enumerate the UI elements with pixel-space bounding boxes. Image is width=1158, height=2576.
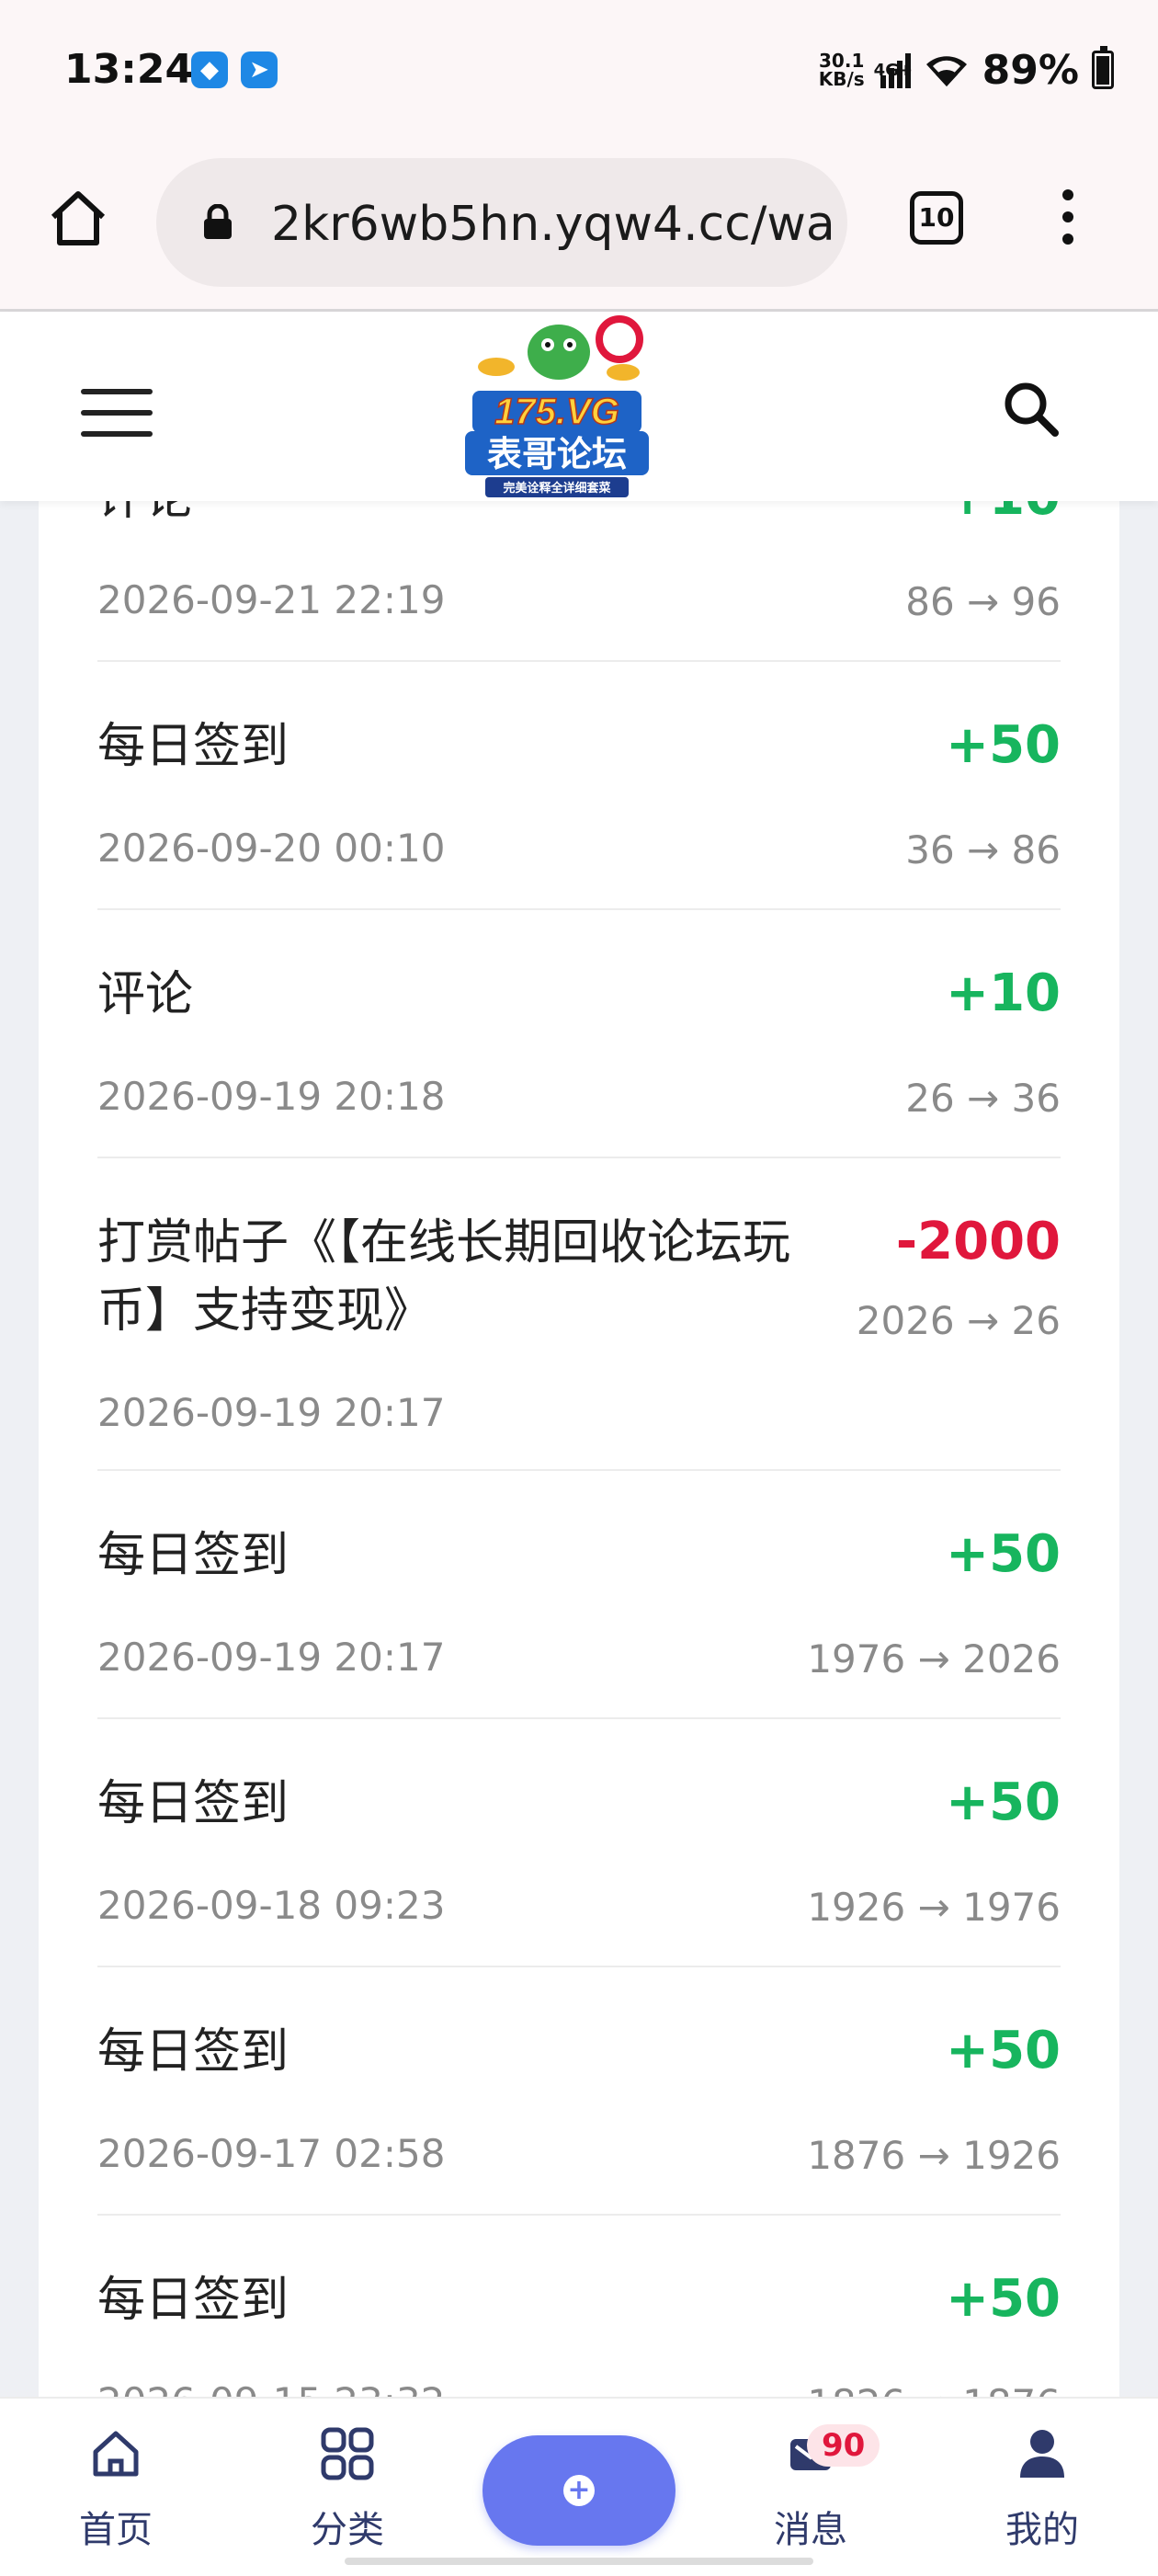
plus-icon: + — [563, 2475, 595, 2506]
list-item: 评论 2026-09-19 20:18 +10 26 → 36 — [97, 910, 1061, 1158]
url-bar[interactable]: 2kr6wb5hn.yqw4.cc/wa — [156, 158, 847, 287]
battery-level: 89% — [982, 46, 1079, 94]
record-balance: 36 → 86 — [905, 827, 1061, 872]
record-title: 每日签到 — [97, 2024, 290, 2080]
network-type: 4G+ — [873, 61, 914, 80]
lock-icon — [204, 204, 232, 239]
record-date: 2026-09-20 00:10 — [97, 826, 446, 871]
nav-messages[interactable]: 消息 — [728, 2399, 893, 2576]
logo-title: 175.VG — [494, 392, 619, 432]
record-title: 评论 — [97, 967, 194, 1022]
gesture-bar — [345, 2558, 813, 2565]
record-date: 2026-09-19 20:18 — [97, 1074, 446, 1119]
logo-tagline: 完美诠释全详细套菜 — [503, 481, 610, 496]
wifi-icon — [925, 56, 967, 86]
record-balance: 1826 → 1876 — [807, 2381, 1061, 2397]
tab-switcher-button[interactable]: 10 — [910, 191, 963, 245]
record-amount: +50 — [946, 1772, 1061, 1832]
record-amount: +50 — [946, 1524, 1061, 1584]
record-date: 2026-09-15 23:32 — [97, 2379, 445, 2397]
status-indicators: 30.1 KB/s 4G+ 89% — [819, 44, 1114, 96]
status-time: 13:24 — [64, 46, 194, 93]
nav-category-label: 分类 — [311, 2509, 384, 2551]
list-item: 每日签到 2026-09-18 09:23 +50 1926 → 1976 — [97, 1719, 1061, 1967]
message-count-badge: 90 — [807, 2424, 880, 2467]
record-balance: 2026 → 26 — [856, 1298, 1061, 1343]
nav-profile-label: 我的 — [1005, 2509, 1079, 2551]
nav-home-label: 首页 — [79, 2509, 153, 2551]
signal-icon: 4G+ — [874, 51, 913, 88]
record-amount: +10 — [946, 501, 1061, 527]
app-notification-icon: ◆ — [191, 51, 228, 88]
record-title: 每日签到 — [97, 1776, 290, 1831]
home-icon[interactable] — [46, 186, 110, 250]
browser-toolbar: 2kr6wb5hn.yqw4.cc/wa 10 — [0, 140, 1158, 312]
app-notification-icon: ➤ — [241, 51, 278, 88]
list-item: 每日签到 2026-09-19 20:17 +50 1976 → 2026 — [97, 1471, 1061, 1719]
points-record-list: 评论 2026-09-21 22:19 +10 86 → 96 每日签到 202… — [97, 501, 1061, 2397]
record-balance: 1876 → 1926 — [807, 2133, 1061, 2178]
record-title: 每日签到 — [97, 2273, 290, 2328]
new-post-button[interactable]: + — [482, 2435, 676, 2546]
status-bar: 13:24 ◆ ➤ 30.1 KB/s 4G+ 89% — [0, 0, 1158, 140]
record-date: 2026-09-19 20:17 — [97, 1635, 446, 1680]
nav-messages-label: 消息 — [774, 2509, 847, 2551]
record-balance: 86 → 96 — [905, 579, 1061, 624]
hamburger-menu-icon[interactable] — [81, 389, 153, 437]
record-amount: -2000 — [895, 1212, 1061, 1271]
list-item: 每日签到 2026-09-17 02:58 +50 1876 → 1926 — [97, 1967, 1061, 2216]
network-speed: 30.1 KB/s — [818, 50, 865, 90]
record-date: 2026-09-21 22:19 — [97, 577, 446, 622]
record-balance: 26 → 36 — [905, 1076, 1061, 1121]
record-date: 2026-09-18 09:23 — [97, 1883, 446, 1928]
nav-home[interactable]: 首页 — [33, 2399, 199, 2576]
search-icon[interactable] — [1002, 380, 1061, 439]
list-item: 打赏帖子《【在线长期回收论坛玩币】支持变现》 2026-09-19 20:17 … — [97, 1158, 1061, 1471]
bottom-nav: 首页 分类 + 消息 90 我的 — [0, 2397, 1158, 2576]
record-title: 评论 — [97, 501, 833, 532]
logo-subtitle: 表哥论坛 — [487, 434, 627, 474]
more-menu-icon[interactable] — [1057, 189, 1079, 248]
record-balance: 1926 → 1976 — [807, 1885, 1061, 1930]
record-amount: +10 — [946, 963, 1061, 1023]
record-balance: 1976 → 2026 — [807, 1636, 1061, 1681]
record-title: 每日签到 — [97, 719, 290, 774]
list-item: 评论 2026-09-21 22:19 +10 86 → 96 — [97, 501, 1061, 662]
forum-logo[interactable]: 175.VG 表哥论坛 完美诠释全详细套菜 — [460, 312, 654, 501]
grid-icon — [321, 2427, 374, 2480]
nav-profile[interactable]: 我的 — [959, 2399, 1125, 2576]
record-title: 每日签到 — [97, 1528, 290, 1583]
list-item: 每日签到 2026-09-15 23:32 +50 1826 → 1876 — [97, 2216, 1061, 2397]
battery-icon — [1092, 46, 1114, 89]
url-text: 2kr6wb5hn.yqw4.cc/wa — [271, 197, 835, 252]
home-icon — [93, 2431, 139, 2477]
record-amount: +50 — [946, 715, 1061, 775]
record-title: 打赏帖子《【在线长期回收论坛玩币】支持变现》 — [97, 1215, 791, 1339]
user-icon — [1020, 2430, 1064, 2478]
record-date: 2026-09-17 02:58 — [97, 2131, 446, 2176]
site-header: 175.VG 表哥论坛 完美诠释全详细套菜 — [0, 312, 1158, 501]
list-item: 每日签到 2026-09-20 00:10 +50 36 → 86 — [97, 662, 1061, 910]
points-record-card: 评论 2026-09-21 22:19 +10 86 → 96 每日签到 202… — [39, 501, 1119, 2397]
record-amount: +50 — [946, 2021, 1061, 2080]
nav-category[interactable]: 分类 — [265, 2399, 430, 2576]
record-amount: +50 — [946, 2269, 1061, 2329]
record-date: 2026-09-19 20:17 — [97, 1390, 446, 1435]
